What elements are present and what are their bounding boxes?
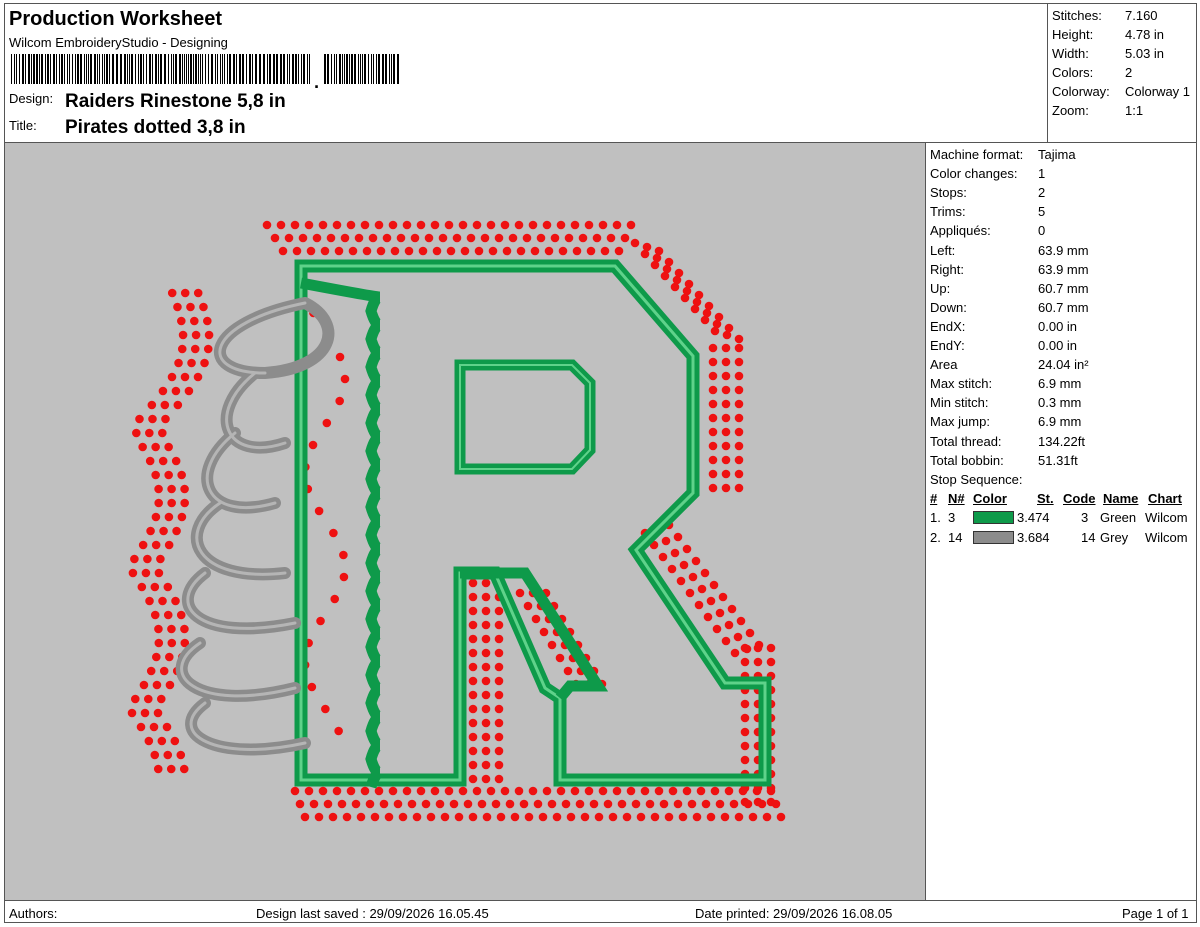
- column-header: Chart: [1148, 491, 1182, 506]
- cell-name: Green: [1100, 510, 1137, 525]
- cell-n: 14: [948, 529, 963, 545]
- cell-name: Grey: [1100, 529, 1129, 545]
- stop-sequence-row: 2. 14 3.684 14 Grey Wilcom: [926, 530, 1197, 549]
- column-header: Name: [1103, 491, 1139, 506]
- design-preview: [5, 143, 926, 900]
- cell-num: 2.: [930, 529, 941, 545]
- authors-label: Authors:: [9, 906, 58, 921]
- cell-num: 1.: [930, 510, 941, 525]
- stats-panel: Stitches: 7.160 Height: 4.78 in Width: 5.03…: [1048, 4, 1197, 143]
- header-panel: Production Worksheet Wilcom EmbroiderySt…: [5, 4, 1048, 143]
- cell-code: 14: [1081, 529, 1096, 545]
- cell-chart: Wilcom: [1145, 529, 1188, 545]
- color-swatch: [973, 511, 1014, 524]
- cell-code: 3: [1081, 510, 1089, 525]
- column-header: Color: [973, 491, 1007, 506]
- title-name: Pirates dotted 3,8 in: [65, 117, 246, 138]
- svg-text:,: ,: [314, 72, 319, 88]
- column-header: St.: [1037, 491, 1054, 506]
- cell-st: 3.684: [1017, 529, 1050, 545]
- cell-n: 3: [948, 510, 956, 525]
- footer-bar: Authors: Design last saved : 29/09/2026 …: [5, 900, 1197, 923]
- color-swatch: [973, 530, 1014, 544]
- column-header: Code: [1063, 491, 1096, 506]
- last-saved: Design last saved : 29/09/2026 16.05.45: [256, 906, 489, 921]
- worksheet-title: Production Worksheet: [9, 8, 222, 30]
- machine-info-panel: Machine format: Tajima Color changes: 1 Stop…: [926, 143, 1197, 900]
- embroidery-design: [127, 220, 786, 822]
- column-header: #: [930, 491, 938, 506]
- app-subtitle: Wilcom EmbroideryStudio - Designing: [9, 35, 228, 50]
- page-number: Page 1 of 1: [1122, 906, 1189, 921]
- worksheet: Production Worksheet Wilcom EmbroiderySt…: [4, 3, 1197, 923]
- letter-r-counter: [454, 359, 596, 475]
- column-header: N#: [948, 491, 965, 506]
- stop-sequence-row: 1. 3 3.474 3 Green Wilcom: [926, 510, 1197, 529]
- cell-st: 3.474: [1017, 510, 1050, 525]
- date-printed: Date printed: 29/09/2026 16.08.05: [695, 906, 893, 921]
- design-name: Raiders Rinestone 5,8 in: [65, 91, 286, 112]
- barcode: ,: [11, 54, 399, 88]
- cell-chart: Wilcom: [1145, 510, 1188, 525]
- design-label: Design:: [9, 91, 54, 106]
- title-label: Title:: [9, 118, 37, 133]
